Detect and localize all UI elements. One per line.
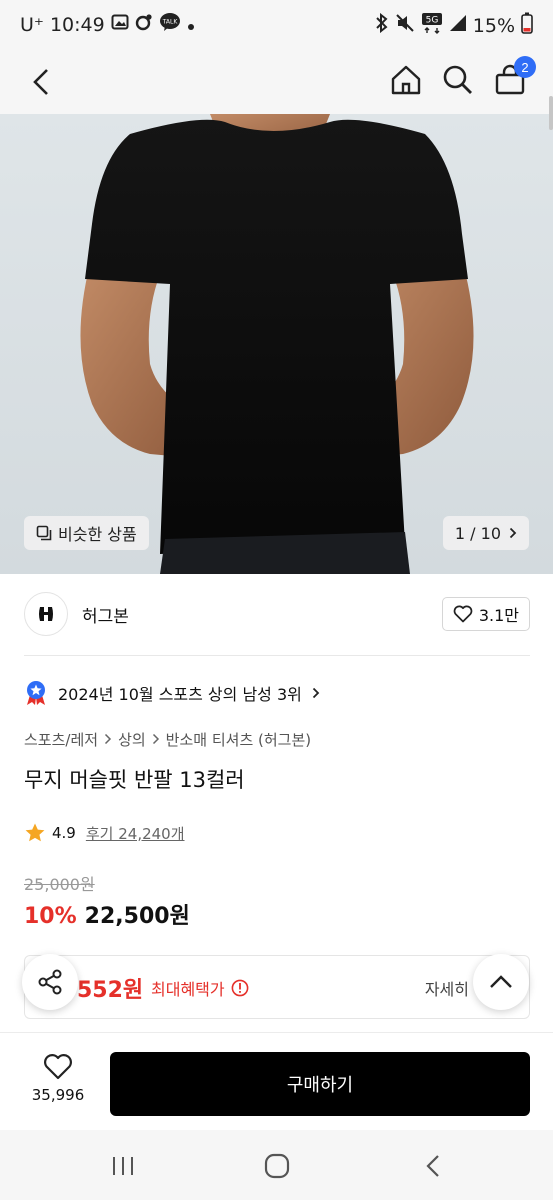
product-title: 무지 머슬핏 반팔 13컬러 xyxy=(24,768,245,792)
max-benefit-price: 552원 xyxy=(77,978,144,1003)
similar-products-label: 비슷한 상품 xyxy=(58,525,137,544)
breadcrumb-item[interactable]: 반소매 티셔츠 (허그본) xyxy=(166,729,311,750)
buy-button[interactable]: 구매하기 xyxy=(110,1052,530,1116)
review-count-link[interactable]: 후기 24,240개 xyxy=(86,823,185,844)
home-system-button[interactable] xyxy=(257,1150,297,1182)
brand-row[interactable]: 허그본 3.1만 xyxy=(24,590,530,638)
star-icon xyxy=(25,823,45,842)
carrier-label: U⁺ xyxy=(20,13,44,36)
image-pager-button[interactable]: 1 / 10 xyxy=(442,516,529,550)
brand-like-button[interactable]: 3.1만 xyxy=(441,597,530,631)
recent-apps-icon xyxy=(113,1157,133,1175)
brand-name[interactable]: 허그본 xyxy=(82,602,129,627)
clock: 10:49 xyxy=(49,13,105,36)
ranking-badge-icon xyxy=(27,681,45,705)
svg-text:TALK: TALK xyxy=(161,19,178,26)
chevron-left-icon xyxy=(33,69,48,95)
original-price: 25,000원 xyxy=(24,875,95,894)
talk-icon: TALK xyxy=(159,12,181,37)
sync-icon xyxy=(135,13,153,36)
divider xyxy=(24,655,530,656)
search-button[interactable] xyxy=(438,60,478,100)
max-benefit-box[interactable]: 552원 최대혜택가 자세히 xyxy=(24,955,530,1019)
cart-button[interactable]: 2 xyxy=(490,56,536,100)
heart-icon xyxy=(44,1054,72,1080)
scroll-top-button[interactable] xyxy=(473,954,529,1010)
price-row: 10% 22,500원 xyxy=(24,898,190,930)
home-icon xyxy=(391,65,421,95)
discount-rate: 10% xyxy=(24,904,77,929)
back-system-button[interactable] xyxy=(413,1150,453,1182)
breadcrumb-item[interactable]: 상의 xyxy=(118,729,146,750)
status-bar: U⁺ 10:49 TALK 5G 15% xyxy=(0,0,553,52)
share-button[interactable] xyxy=(22,954,78,1010)
search-icon xyxy=(443,65,472,94)
chevron-right-icon xyxy=(105,733,112,745)
copy-icon xyxy=(36,525,52,541)
5g-signal-icon: 5G xyxy=(421,12,443,39)
home-button[interactable] xyxy=(386,60,426,100)
benefit-detail-link[interactable]: 자세히 xyxy=(425,976,469,1000)
rating-value: 4.9 xyxy=(52,824,76,842)
share-icon xyxy=(38,969,62,995)
product-photo xyxy=(80,114,474,574)
chevron-right-icon xyxy=(152,733,159,745)
wish-button[interactable]: 35,996 xyxy=(22,1053,94,1104)
breadcrumb: 스포츠/레저 상의 반소매 티셔츠 (허그본) xyxy=(24,726,311,752)
home-system-icon xyxy=(264,1153,290,1179)
back-system-icon xyxy=(426,1155,439,1177)
brand-like-count: 3.1만 xyxy=(478,606,519,625)
brand-logo[interactable] xyxy=(24,592,68,636)
max-benefit-label-text: 최대혜택가 xyxy=(151,980,225,999)
scrollbar[interactable] xyxy=(549,96,553,130)
chevron-right-icon xyxy=(509,527,517,539)
system-nav-bar xyxy=(0,1130,553,1200)
battery-percent: 15% xyxy=(472,14,515,37)
heart-icon xyxy=(453,605,473,623)
ranking-link[interactable]: 2024년 10월 스포츠 상의 남성 3위 xyxy=(24,678,320,708)
chevron-right-icon xyxy=(312,687,320,699)
max-benefit-label: 최대혜택가 xyxy=(151,976,249,1000)
breadcrumb-item[interactable]: 스포츠/레저 xyxy=(24,729,98,750)
dot-icon xyxy=(187,14,195,36)
purchase-bar: 35,996 구매하기 xyxy=(0,1032,553,1130)
product-image-carousel[interactable]: 비슷한 상품 1 / 10 xyxy=(0,114,553,574)
cart-count-badge: 2 xyxy=(514,56,536,78)
bluetooth-icon xyxy=(375,12,389,38)
svg-text:5G: 5G xyxy=(425,16,438,26)
image-pager-label: 1 / 10 xyxy=(454,523,501,543)
back-button[interactable] xyxy=(26,62,56,102)
sale-price: 22,500원 xyxy=(84,904,190,929)
chevron-up-icon xyxy=(490,975,512,988)
rating-row[interactable]: 4.9 후기 24,240개 xyxy=(24,820,185,846)
brand-logo-mark xyxy=(39,607,53,621)
info-icon[interactable] xyxy=(231,979,249,997)
mute-icon xyxy=(395,13,415,38)
battery-icon xyxy=(521,12,533,39)
top-nav: 2 xyxy=(0,52,553,114)
recent-apps-button[interactable] xyxy=(103,1150,143,1182)
wish-count: 35,996 xyxy=(31,1086,85,1104)
signal-icon xyxy=(449,14,467,37)
similar-products-button[interactable]: 비슷한 상품 xyxy=(24,516,149,550)
ranking-text: 2024년 10월 스포츠 상의 남성 3위 xyxy=(58,685,302,704)
gallery-icon xyxy=(111,13,129,36)
